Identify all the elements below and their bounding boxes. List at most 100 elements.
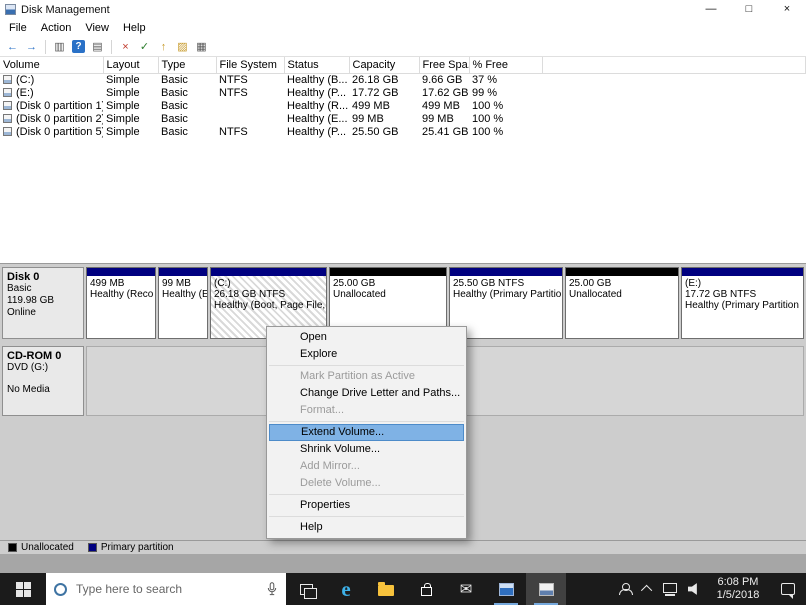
help-icon[interactable]: ? — [72, 40, 85, 53]
cortana-icon — [54, 582, 67, 596]
maximize-button[interactable]: □ — [730, 0, 768, 19]
partition-status: Healthy (Boot, Page File, C — [214, 300, 326, 311]
volume-row-c[interactable]: (C:) Simple Basic NTFS Healthy (B... 26.… — [0, 73, 806, 86]
open-folder-icon[interactable]: ▨ — [174, 39, 191, 55]
titlebar: Disk Management — □ × — [0, 0, 806, 19]
disk-0-label[interactable]: Disk 0 Basic 119.98 GB Online — [2, 267, 84, 339]
partition-size: 17.72 GB NTFS — [685, 289, 757, 300]
window-title: Disk Management — [21, 3, 110, 16]
task-view-button[interactable] — [286, 573, 326, 605]
clock[interactable]: 6:08 PM 1/5/2018 — [706, 573, 770, 605]
menu-item-open[interactable]: Open — [267, 329, 466, 346]
column-header-volume[interactable]: Volume — [0, 57, 104, 74]
start-button[interactable] — [0, 573, 46, 605]
people-button[interactable] — [612, 573, 638, 605]
column-header-type[interactable]: Type — [158, 57, 217, 74]
export-icon[interactable]: ↑ — [155, 39, 172, 55]
menu-view[interactable]: View — [78, 22, 116, 34]
file-explorer-icon — [378, 582, 394, 596]
delete-icon[interactable]: × — [117, 39, 134, 55]
back-icon[interactable]: ← — [4, 39, 21, 55]
microphone-icon[interactable] — [266, 582, 278, 596]
disk-management-icon — [538, 582, 554, 596]
search-input[interactable] — [74, 581, 259, 597]
legend-primary-partition: Primary partition — [87, 542, 174, 553]
partition-status: Healthy (Primary Partition — [453, 289, 562, 300]
app-window-icon — [498, 582, 514, 596]
network-icon — [663, 582, 677, 596]
menu-item-change-drive-letter[interactable]: Change Drive Letter and Paths... — [267, 385, 466, 402]
cell-capacity: 17.72 GB — [352, 86, 399, 99]
show-hidden-icons-button[interactable] — [638, 573, 658, 605]
volume-row-e[interactable]: (E:) Simple Basic NTFS Healthy (P... 17.… — [0, 86, 806, 99]
partition-color-strip — [450, 268, 562, 276]
forward-icon[interactable]: → — [23, 39, 40, 55]
partition-efi[interactable]: 99 MB Healthy (E — [158, 267, 208, 339]
cell-volume: (Disk 0 partition 1) — [16, 99, 103, 112]
column-header-layout[interactable]: Layout — [103, 57, 159, 74]
menu-item-help[interactable]: Help — [267, 519, 466, 536]
volume-row-partition-5[interactable]: (Disk 0 partition 5) Simple Basic NTFS H… — [0, 125, 806, 138]
column-header-status[interactable]: Status — [284, 57, 350, 74]
edge-button[interactable]: e — [326, 573, 366, 605]
menu-action[interactable]: Action — [34, 22, 79, 34]
volume-table: Volume Layout Type File System Status Ca… — [0, 57, 806, 138]
unallocated-region-2[interactable]: 25.00 GB Unallocated — [565, 267, 679, 339]
volume-icon — [3, 126, 12, 136]
menu-item-shrink-volume[interactable]: Shrink Volume... — [267, 441, 466, 458]
partition-color-strip — [682, 268, 803, 276]
volume-row-partition-1[interactable]: (Disk 0 partition 1) Simple Basic Health… — [0, 99, 806, 112]
column-header-file-system[interactable]: File System — [216, 57, 285, 74]
partition-size: 499 MB — [90, 278, 125, 289]
disk-management-taskbar-button[interactable] — [526, 573, 566, 605]
cdrom-type: DVD (G:) — [7, 362, 49, 373]
toolbar-separator — [111, 39, 112, 54]
column-header-free-space[interactable]: Free Spa... — [419, 57, 470, 74]
disk-name: Disk 0 — [7, 271, 40, 283]
cell-layout: Simple — [106, 125, 140, 138]
close-button[interactable]: × — [768, 0, 806, 19]
partition-recovery[interactable]: 499 MB Healthy (Reco — [86, 267, 156, 339]
partition-color-strip — [159, 268, 207, 276]
volume-button[interactable] — [682, 573, 706, 605]
partition-size: 25.00 GB — [569, 278, 612, 289]
disk-size: 119.98 GB — [7, 295, 55, 306]
network-button[interactable] — [658, 573, 682, 605]
properties-icon[interactable]: ▤ — [89, 39, 106, 55]
cdrom-label[interactable]: CD-ROM 0 DVD (G:) No Media — [2, 346, 84, 416]
menu-item-explore[interactable]: Explore — [267, 346, 466, 363]
cell-type: Basic — [161, 73, 188, 86]
menu-item-properties[interactable]: Properties — [267, 497, 466, 514]
column-header-pct-free[interactable]: % Free — [469, 57, 543, 74]
disk-management-window: Disk Management — □ × File Action View H… — [0, 0, 806, 554]
cell-pct-free: 99 % — [472, 86, 498, 99]
mail-button[interactable]: ✉ — [446, 573, 486, 605]
legend-label: Primary partition — [100, 542, 174, 553]
menu-file[interactable]: File — [2, 22, 34, 34]
cell-layout: Simple — [106, 73, 140, 86]
cell-free-space: 99 MB — [422, 112, 454, 125]
unallocated-swatch-icon — [8, 543, 17, 552]
store-button[interactable] — [406, 573, 446, 605]
cell-pct-free: 37 % — [472, 73, 498, 86]
cell-pct-free: 100 % — [472, 125, 504, 138]
minimize-button[interactable]: — — [692, 0, 730, 19]
console-tree-icon[interactable]: ▥ — [51, 39, 68, 55]
partition-size: 26.18 GB NTFS — [214, 289, 286, 300]
cell-capacity: 25.50 GB — [352, 125, 399, 138]
action-center-button[interactable] — [770, 573, 806, 605]
partition-e-drive[interactable]: (E:) 17.72 GB NTFS Healthy (Primary Part… — [681, 267, 804, 339]
file-explorer-button[interactable] — [366, 573, 406, 605]
column-header-capacity[interactable]: Capacity — [349, 57, 420, 74]
cell-pct-free: 100 % — [472, 112, 504, 125]
menu-item-extend-volume[interactable]: Extend Volume... — [269, 424, 464, 441]
cell-file-system: NTFS — [219, 86, 248, 99]
cell-pct-free: 100 % — [472, 99, 504, 112]
check-disk-icon[interactable]: ✓ — [136, 39, 153, 55]
menu-help[interactable]: Help — [116, 22, 153, 34]
open-app-button[interactable] — [486, 573, 526, 605]
views-icon[interactable]: ▦ — [193, 39, 210, 55]
taskbar-search[interactable] — [46, 573, 286, 605]
volume-row-partition-2[interactable]: (Disk 0 partition 2) Simple Basic Health… — [0, 112, 806, 125]
primary-partition-swatch-icon — [87, 543, 97, 552]
